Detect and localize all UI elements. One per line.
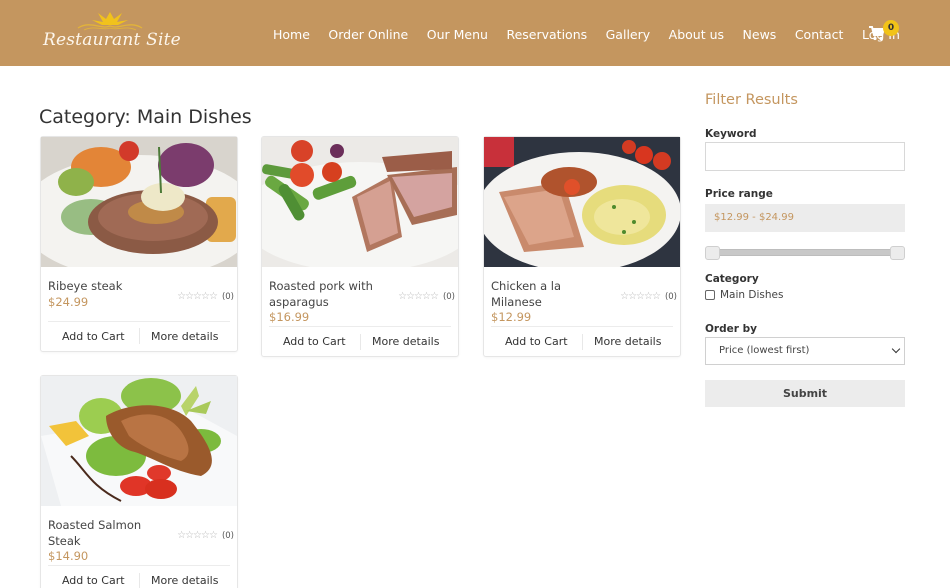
ribeye-steak-photo[interactable] — [41, 137, 237, 267]
main-dishes-checkbox[interactable] — [705, 290, 715, 300]
product-name[interactable]: Ribeye steak — [48, 279, 158, 295]
keyword-label: Keyword — [705, 128, 757, 140]
product-card: ☆☆☆☆☆ (0) Ribeye steak $24.99 Add to Car… — [40, 136, 238, 352]
chevron-down-icon — [891, 344, 901, 354]
more-details-link[interactable]: More details — [140, 574, 231, 587]
logo-text: Restaurant Site — [43, 30, 181, 50]
product-name[interactable]: Roasted pork with asparagus — [269, 279, 379, 310]
main-nav: Home Order Online Our Menu Reservations … — [273, 25, 918, 43]
product-card: ☆☆☆☆☆ (0) Roasted pork with asparagus $1… — [261, 136, 459, 357]
chicken-milanese-photo[interactable] — [484, 137, 680, 267]
nav-news[interactable]: News — [743, 27, 777, 42]
card-actions: Add to Cart More details — [491, 326, 673, 356]
nav-order-online[interactable]: Order Online — [328, 27, 408, 42]
price-range-display: $12.99 - $24.99 — [705, 204, 905, 232]
product-price: $14.90 — [48, 549, 89, 563]
slider-track[interactable] — [710, 249, 900, 256]
nav-reservations[interactable]: Reservations — [506, 27, 587, 42]
order-by-label: Order by — [705, 323, 757, 335]
order-by-select[interactable]: Price (lowest first) — [705, 337, 905, 365]
page-title: Category: Main Dishes — [39, 106, 252, 128]
card-actions: Add to Cart More details — [269, 326, 451, 356]
product-card: ☆☆☆☆☆ (0) Chicken a la Milanese $12.99 A… — [483, 136, 681, 357]
rating-count: (0) — [664, 291, 677, 302]
nav-about-us[interactable]: About us — [669, 27, 724, 42]
product-price: $12.99 — [491, 310, 532, 324]
price-range-label: Price range — [705, 188, 773, 200]
card-actions: Add to Cart More details — [48, 565, 230, 588]
rating: ☆☆☆☆☆ (0) — [398, 291, 455, 302]
rating: ☆☆☆☆☆ (0) — [177, 291, 234, 302]
product-price: $16.99 — [269, 310, 310, 324]
slider-min-handle[interactable] — [705, 246, 720, 260]
nav-gallery[interactable]: Gallery — [606, 27, 651, 42]
add-to-cart-button[interactable]: Add to Cart — [48, 330, 139, 343]
product-name[interactable]: Roasted Salmon Steak — [48, 518, 158, 549]
product-name[interactable]: Chicken a la Milanese — [491, 279, 601, 310]
card-actions: Add to Cart More details — [48, 320, 231, 351]
more-details-link[interactable]: More details — [361, 335, 452, 348]
rating-stars-icon: ☆☆☆☆☆ — [177, 530, 218, 541]
rating-count: (0) — [221, 530, 234, 541]
rating: ☆☆☆☆☆ (0) — [177, 530, 234, 541]
rating: ☆☆☆☆☆ (0) — [620, 291, 677, 302]
more-details-link[interactable]: More details — [140, 330, 231, 343]
submit-button[interactable]: Submit — [705, 380, 905, 407]
rating-count: (0) — [221, 291, 234, 302]
filter-sidebar: Filter Results Keyword Price range $12.9… — [705, 92, 905, 407]
rating-stars-icon: ☆☆☆☆☆ — [398, 291, 439, 302]
add-to-cart-button[interactable]: Add to Cart — [269, 335, 360, 348]
site-header: Restaurant Site Home Order Online Our Me… — [0, 0, 950, 66]
roasted-pork-photo[interactable] — [262, 137, 458, 267]
rating-count: (0) — [442, 291, 455, 302]
filter-title: Filter Results — [705, 92, 798, 108]
price-range-slider[interactable] — [705, 246, 905, 260]
nav-our-menu[interactable]: Our Menu — [427, 27, 488, 42]
product-card: ☆☆☆☆☆ (0) Roasted Salmon Steak $14.90 Ad… — [40, 375, 238, 588]
checkbox-label: Main Dishes — [720, 289, 784, 301]
add-to-cart-button[interactable]: Add to Cart — [491, 335, 582, 348]
add-to-cart-button[interactable]: Add to Cart — [48, 574, 139, 587]
slider-max-handle[interactable] — [890, 246, 905, 260]
category-label: Category — [705, 273, 759, 285]
rating-stars-icon: ☆☆☆☆☆ — [177, 291, 218, 302]
more-details-link[interactable]: More details — [583, 335, 674, 348]
site-logo[interactable]: Restaurant Site — [40, 8, 181, 58]
cart-count-badge: 0 — [883, 20, 899, 36]
category-option-main-dishes[interactable]: Main Dishes — [705, 289, 905, 301]
order-by-selected: Price (lowest first) — [719, 345, 810, 356]
roasted-salmon-photo[interactable] — [41, 376, 237, 506]
keyword-input[interactable] — [705, 142, 905, 171]
rating-stars-icon: ☆☆☆☆☆ — [620, 291, 661, 302]
nav-home[interactable]: Home — [273, 27, 310, 42]
nav-contact[interactable]: Contact — [795, 27, 844, 42]
